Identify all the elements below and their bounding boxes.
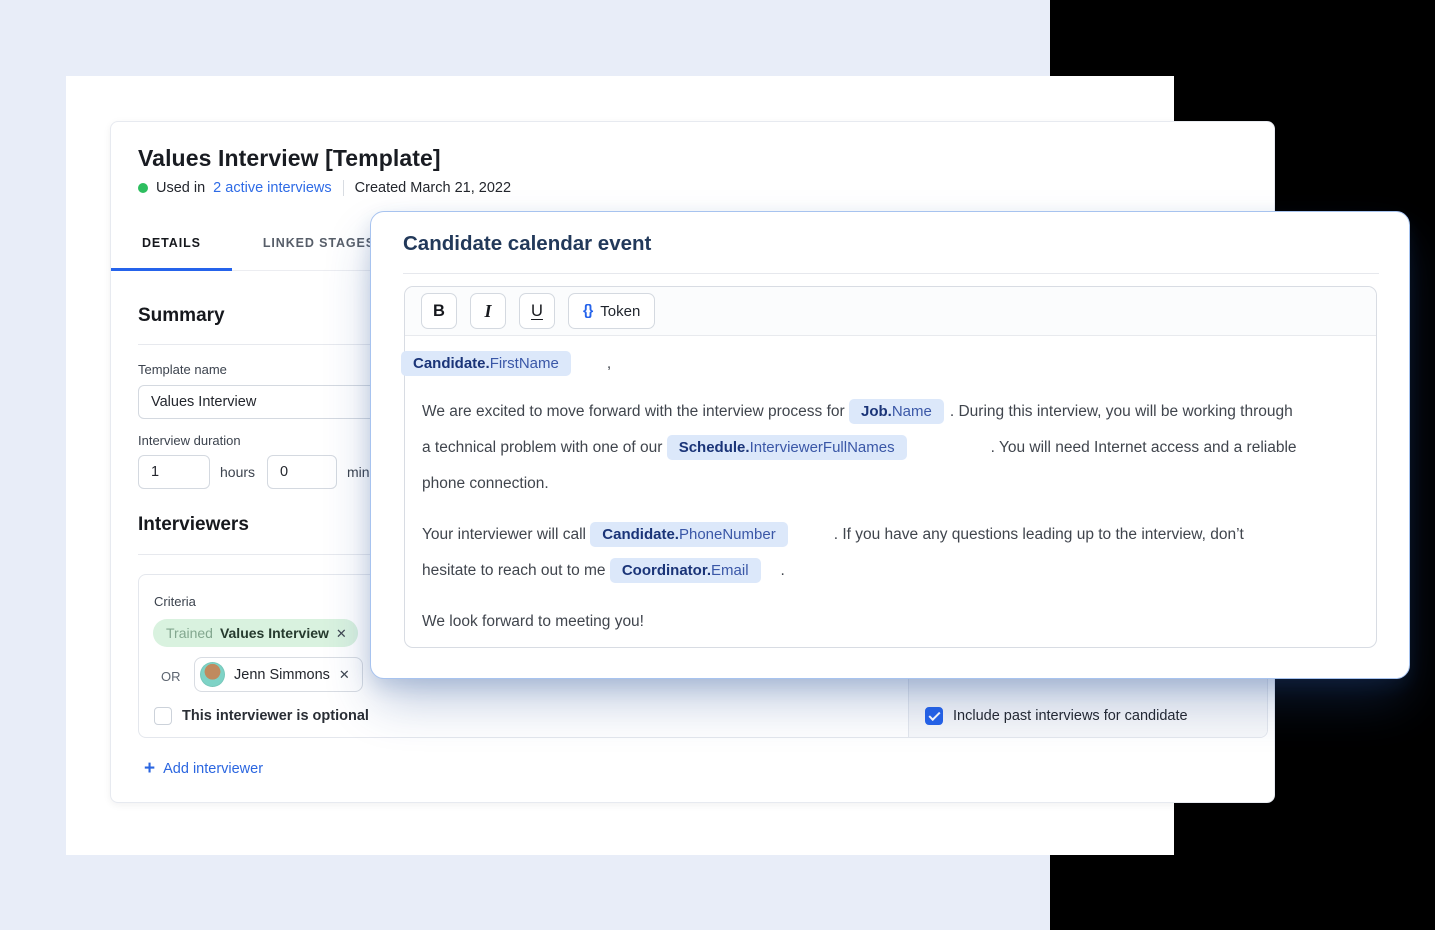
- editor-paragraph: Your interviewer will call Candidate.Pho…: [422, 517, 1301, 589]
- tab-details[interactable]: DETAILS: [111, 216, 232, 270]
- duration-minutes-input[interactable]: [267, 455, 337, 489]
- criteria-label: Criteria: [154, 594, 196, 609]
- or-label: OR: [161, 669, 181, 684]
- status-created-label: Created March 21, 2022: [355, 180, 511, 196]
- candidate-calendar-event-modal: Candidate calendar event B I U {} Token …: [370, 211, 1410, 679]
- status-divider: [343, 180, 344, 196]
- modal-title: Candidate calendar event: [403, 232, 651, 256]
- token-chip-name[interactable]: Job.Name: [849, 399, 944, 424]
- editor-toolbar: B I U {} Token: [405, 287, 1376, 336]
- rich-text-editor: B I U {} Token Candidate.FirstName,We ar…: [404, 286, 1377, 648]
- token-chip-phonenumber[interactable]: Candidate.PhoneNumber: [590, 522, 787, 547]
- token-chip-interviewerfullnames[interactable]: Schedule.InterviewerFullNames: [667, 435, 907, 460]
- interviewer-person-chip[interactable]: Jenn Simmons ✕: [194, 657, 363, 692]
- include-past-interviews-label: Include past interviews for candidate: [953, 708, 1188, 724]
- editor-paragraph: We look forward to meeting you!: [422, 604, 1301, 640]
- modal-title-divider: [403, 273, 1379, 274]
- editor-paragraph: We are excited to move forward with the …: [422, 394, 1301, 502]
- summary-heading: Summary: [138, 305, 225, 327]
- status-used-in-label: Used in: [156, 180, 205, 196]
- interview-duration-label: Interview duration: [138, 433, 241, 448]
- optional-interviewer-checkbox[interactable]: [154, 707, 172, 725]
- token-button-label: Token: [600, 303, 640, 320]
- token-braces-icon: {}: [583, 303, 592, 319]
- add-interviewer-button[interactable]: + Add interviewer: [144, 759, 263, 778]
- active-status-dot-icon: [138, 183, 148, 193]
- editor-content[interactable]: Candidate.FirstName,We are excited to mo…: [405, 336, 1376, 640]
- trained-criteria-chip[interactable]: Trained Values Interview ✕: [153, 619, 358, 647]
- remove-interviewer-icon[interactable]: ✕: [339, 668, 350, 681]
- include-past-interviews-checkbox[interactable]: [925, 707, 943, 725]
- insert-token-button[interactable]: {} Token: [568, 293, 655, 329]
- italic-button[interactable]: I: [470, 293, 506, 329]
- bold-button[interactable]: B: [421, 293, 457, 329]
- add-interviewer-label: Add interviewer: [163, 761, 263, 777]
- hours-unit-label: hours: [220, 464, 255, 480]
- template-name-label: Template name: [138, 362, 227, 377]
- interviewers-heading: Interviewers: [138, 514, 249, 536]
- trained-criteria-name: Values Interview: [220, 625, 329, 641]
- optional-interviewer-label: This interviewer is optional: [182, 708, 369, 724]
- page-title: Values Interview [Template]: [138, 145, 441, 172]
- duration-hours-input[interactable]: [138, 455, 210, 489]
- plus-icon: +: [144, 759, 155, 778]
- trained-qualifier-label: Trained: [166, 625, 213, 641]
- active-interviews-link[interactable]: 2 active interviews: [213, 180, 331, 196]
- optional-interviewer-row: This interviewer is optional: [154, 707, 369, 725]
- token-chip-email[interactable]: Coordinator.Email: [610, 558, 761, 583]
- editor-paragraph: Candidate.FirstName,: [401, 346, 1301, 382]
- status-row: Used in 2 active interviews Created Marc…: [138, 180, 511, 196]
- interviewer-name: Jenn Simmons: [234, 667, 330, 683]
- interviewer-avatar: [200, 662, 225, 687]
- underline-button[interactable]: U: [519, 293, 555, 329]
- include-past-interviews-row: Include past interviews for candidate: [925, 707, 1188, 725]
- remove-criteria-icon[interactable]: ✕: [336, 627, 347, 640]
- token-chip-firstname[interactable]: Candidate.FirstName: [401, 351, 571, 376]
